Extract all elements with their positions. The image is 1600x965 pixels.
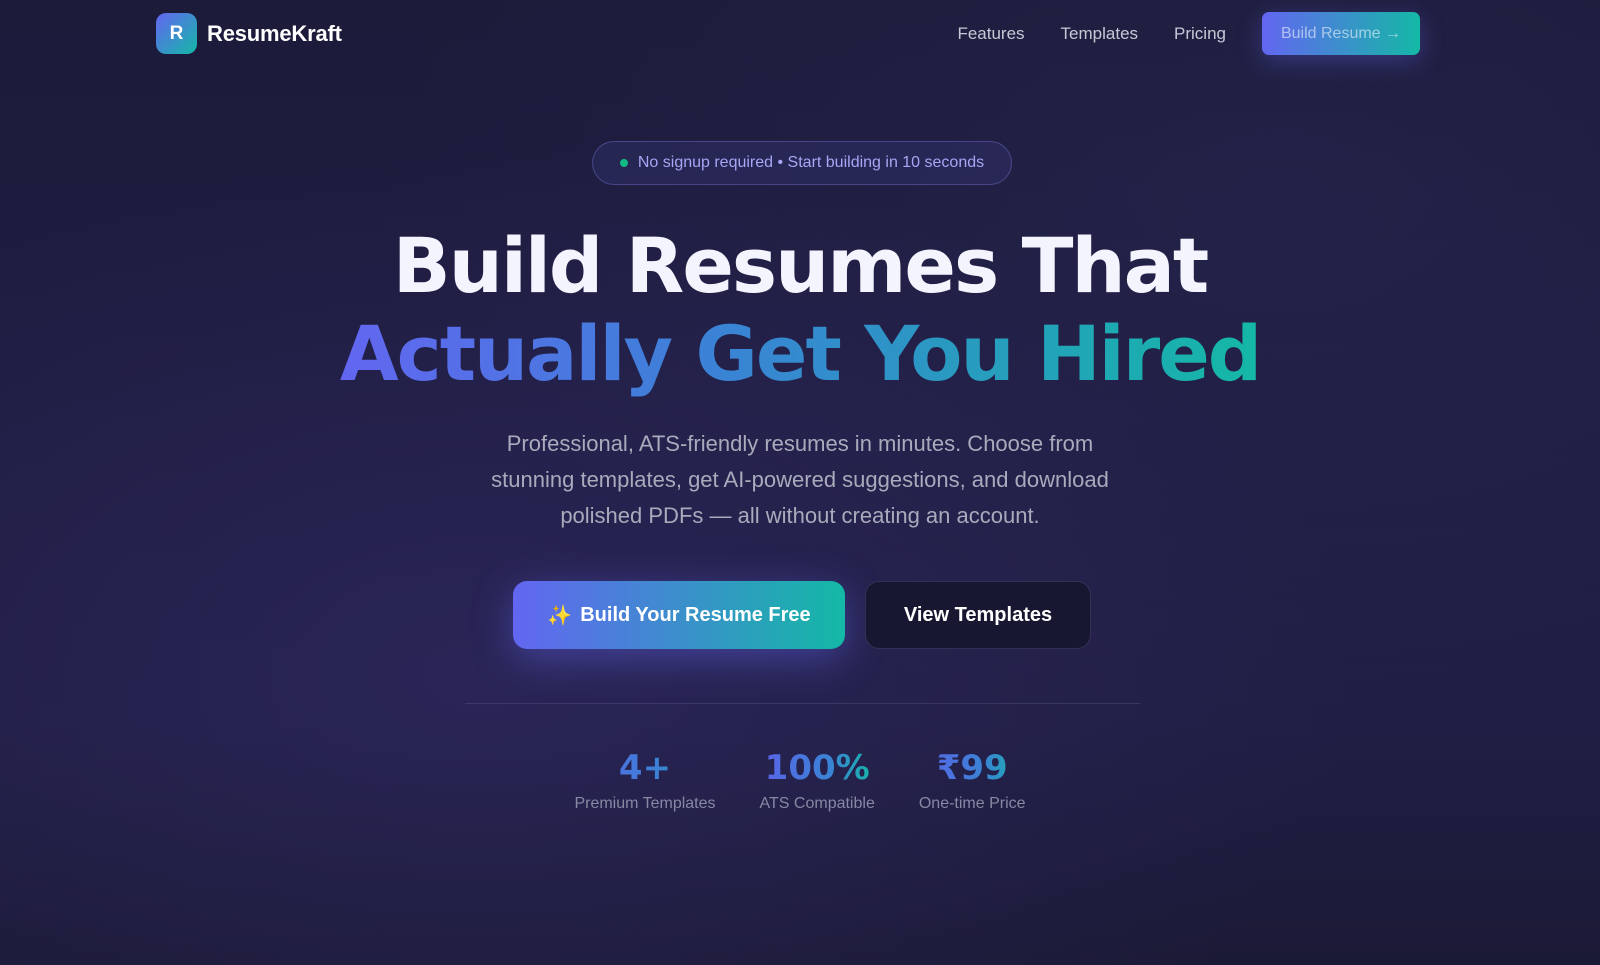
stat-value: ₹99 xyxy=(919,745,1026,791)
brand-logo[interactable]: R ResumeKraft xyxy=(156,13,342,54)
stat-label: Premium Templates xyxy=(574,795,716,812)
build-resume-free-label: Build Your Resume Free xyxy=(580,603,811,626)
nav-link-features[interactable]: Features xyxy=(957,24,1024,44)
stat-value: 4+ xyxy=(574,745,715,791)
status-dot-icon xyxy=(619,159,628,167)
nav-links: Features Templates Pricing Build Resume … xyxy=(921,12,1420,55)
hero-description: Professional, ATS-friendly resumes in mi… xyxy=(491,431,1109,528)
sparkles-icon: ✨ xyxy=(547,604,573,627)
stat-value: 100% xyxy=(760,745,875,791)
stat-label: ATS Compatible xyxy=(759,795,875,812)
nav-link-pricing[interactable]: Pricing xyxy=(1174,24,1226,44)
badge-text: No signup required • Start building in 1… xyxy=(637,154,985,171)
view-templates-button[interactable]: View Templates xyxy=(865,581,1091,649)
nav-link-templates[interactable]: Templates xyxy=(1061,24,1138,44)
stat-label: One-time Price xyxy=(918,795,1026,812)
headline-line-2: Actually Get You Hired xyxy=(339,309,1262,398)
stats-row: 4+ Premium Templates 100% ATS Compatible… xyxy=(0,745,1600,813)
stat-templates: 4+ Premium Templates xyxy=(574,745,715,813)
headline-line-1: Build Resumes That xyxy=(392,221,1209,310)
top-navbar: R ResumeKraft Features Templates Pricing… xyxy=(0,0,1600,68)
logo-mark-icon: R xyxy=(156,13,197,54)
brand-name: ResumeKraft xyxy=(207,20,342,46)
stats-divider xyxy=(465,703,1140,704)
build-resume-nav-button[interactable]: Build Resume → xyxy=(1262,12,1420,55)
stat-price: ₹99 One-time Price xyxy=(919,745,1026,813)
stat-ats: 100% ATS Compatible xyxy=(760,745,875,813)
build-resume-free-button[interactable]: ✨ Build Your Resume Free xyxy=(513,581,845,649)
hero-headline: Build Resumes That Actually Get You Hire… xyxy=(0,222,1600,398)
no-signup-badge: No signup required • Start building in 1… xyxy=(592,141,1012,185)
